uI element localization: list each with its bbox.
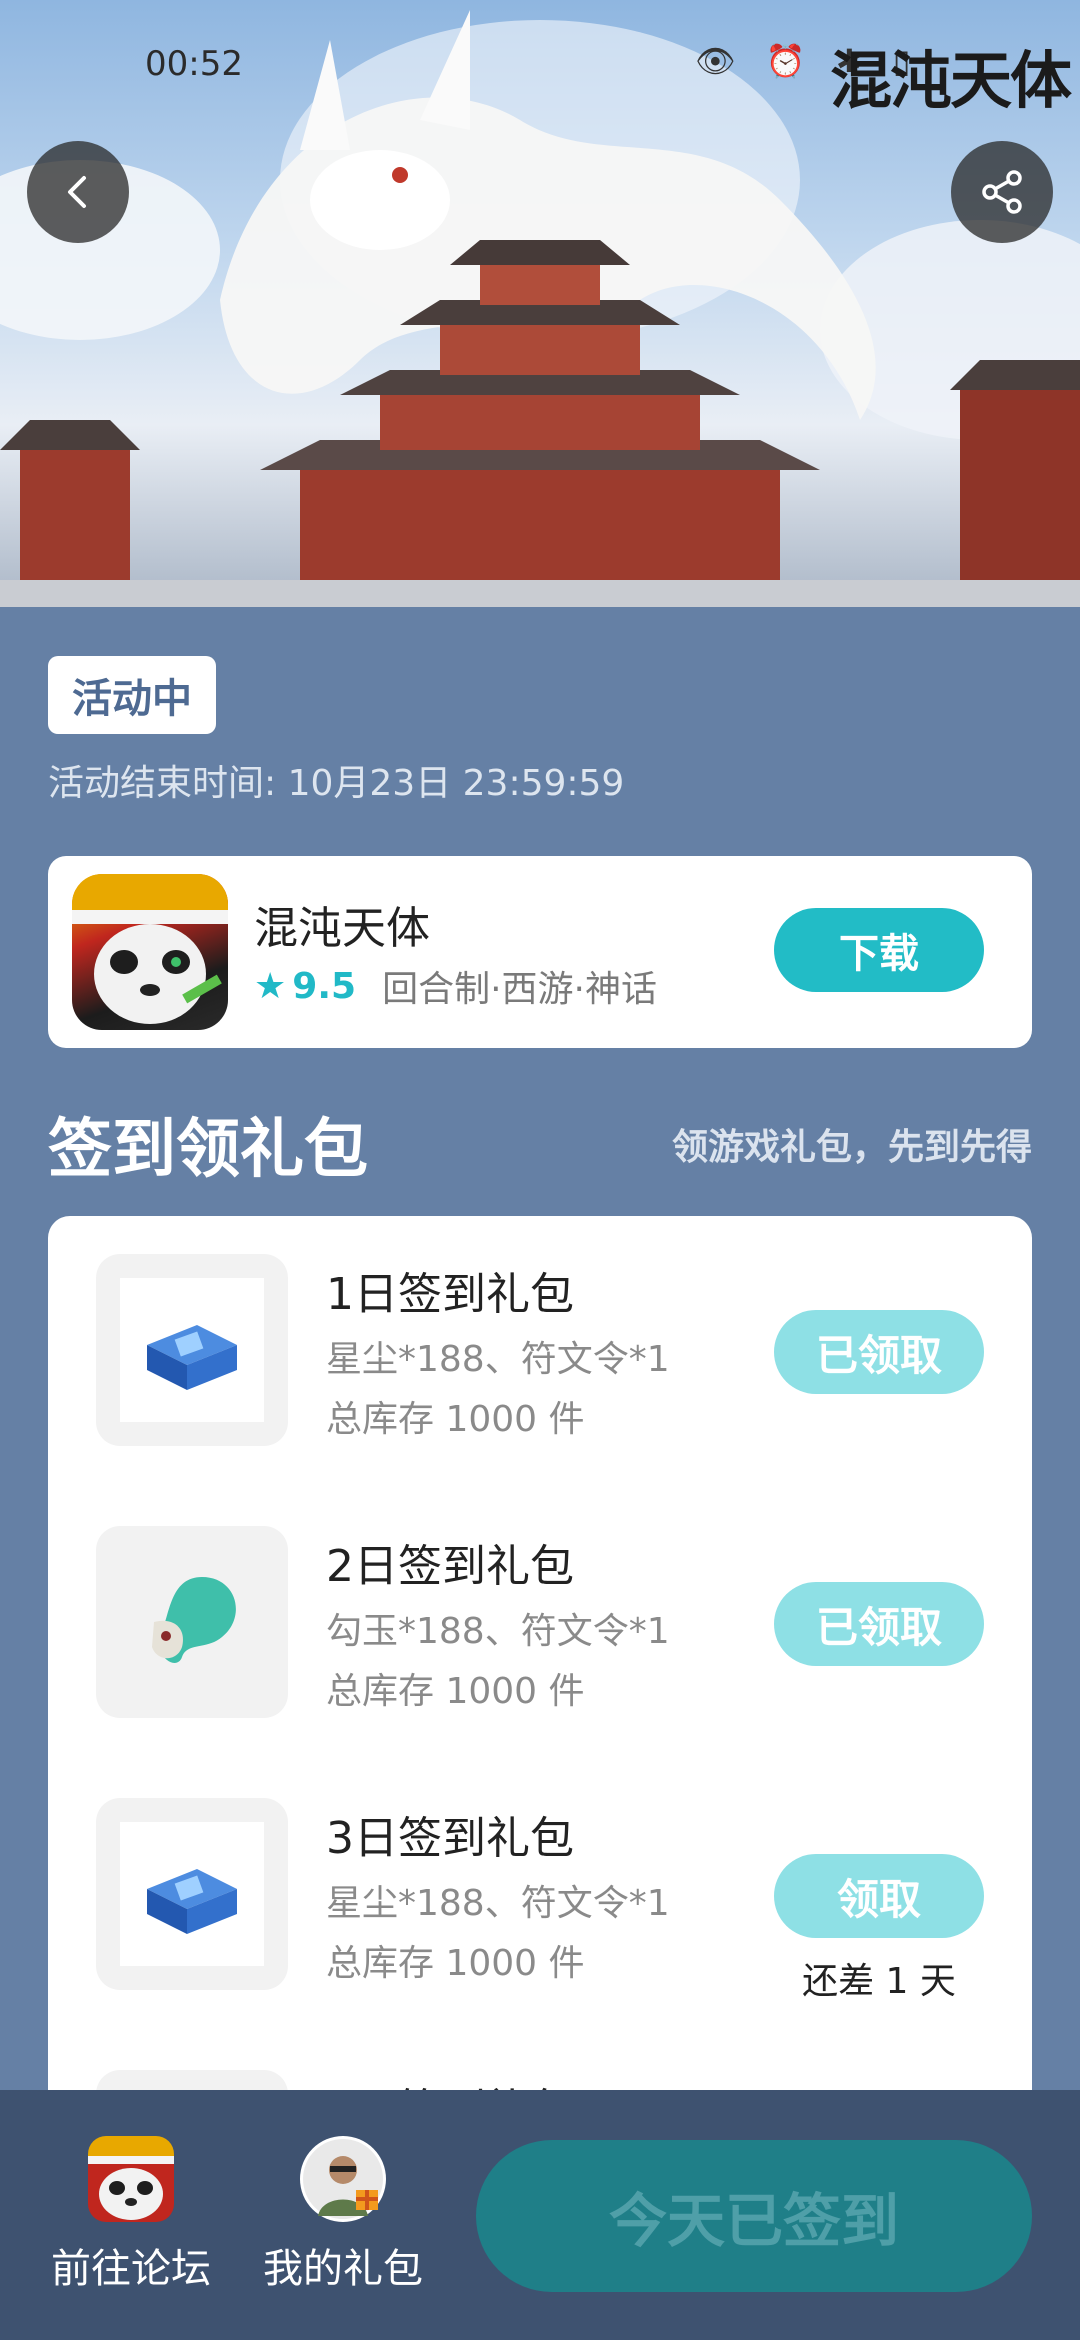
activity-end-time: 活动结束时间: 10月23日 23:59:59 bbox=[48, 763, 625, 804]
gift-stock: 总库存 1000 件 bbox=[326, 1671, 585, 1712]
gift-thumbnail bbox=[96, 1798, 288, 1990]
list-item: 3日签到礼包 星尘*188、符文令*1 总库存 1000 件 领取 还差 1 天 bbox=[48, 1760, 1032, 2002]
back-button[interactable] bbox=[27, 141, 129, 243]
section-subtitle: 领游戏礼包，先到先得 bbox=[671, 1127, 1032, 1168]
activity-status-badge: 活动中 bbox=[48, 656, 216, 734]
game-app-icon bbox=[72, 874, 228, 1030]
my-gifts-label: 我的礼包 bbox=[263, 2246, 423, 2292]
claim-button[interactable]: 领取 bbox=[774, 1854, 984, 1938]
game-card[interactable]: 混沌天体 ★ 9.5 回合制·西游·神话 下载 bbox=[48, 856, 1032, 1048]
share-icon bbox=[982, 170, 1022, 214]
download-button[interactable]: 下载 bbox=[774, 908, 984, 992]
gift-thumbnail bbox=[96, 1254, 288, 1446]
gift-title: 1日签到礼包 bbox=[326, 1269, 574, 1320]
section-title: 签到领礼包 bbox=[48, 1113, 368, 1187]
gift-stock: 总库存 1000 件 bbox=[326, 1399, 585, 1440]
hero-banner: 00:52 👁 ⏰ ✱ ▯ 混沌天体 bbox=[0, 0, 1080, 607]
list-item: 2日签到礼包 勾玉*188、符文令*1 总库存 1000 件 已领取 bbox=[48, 1488, 1032, 1728]
stardust-chest-icon bbox=[147, 1325, 237, 1390]
gift-contents: 星尘*188、符文令*1 bbox=[326, 1339, 670, 1380]
game-meta: ★ 9.5 回合制·西游·神话 bbox=[254, 960, 657, 1012]
gift-contents: 星尘*188、符文令*1 bbox=[326, 1883, 670, 1924]
forum-label: 前往论坛 bbox=[51, 2246, 211, 2292]
game-rating: 9.5 bbox=[292, 965, 357, 1007]
magatama-icon bbox=[152, 1577, 236, 1663]
gift-contents: 勾玉*188、符文令*1 bbox=[326, 1611, 670, 1652]
game-tags: 回合制·西游·神话 bbox=[382, 969, 657, 1010]
gift-title: 3日签到礼包 bbox=[326, 1813, 574, 1864]
stardust-chest-icon bbox=[147, 1869, 237, 1934]
status-time: 00:52 bbox=[145, 44, 243, 84]
signed-in-today-button[interactable]: 今天已签到 bbox=[476, 2140, 1032, 2292]
gift-stock: 总库存 1000 件 bbox=[326, 1943, 585, 1984]
forum-nav-button[interactable]: 前往论坛 bbox=[36, 2136, 226, 2294]
claimed-button[interactable]: 已领取 bbox=[774, 1310, 984, 1394]
share-button[interactable] bbox=[951, 141, 1053, 243]
claimed-button[interactable]: 已领取 bbox=[774, 1582, 984, 1666]
my-gifts-nav-button[interactable]: 我的礼包 bbox=[248, 2136, 438, 2294]
days-remaining-note: 还差 1 天 bbox=[802, 1961, 956, 2002]
gift-thumbnail bbox=[96, 1526, 288, 1718]
list-item: 1日签到礼包 星尘*188、符文令*1 总库存 1000 件 已领取 bbox=[48, 1216, 1032, 1456]
game-forum-icon bbox=[88, 2136, 174, 2222]
gift-title: 2日签到礼包 bbox=[326, 1541, 574, 1592]
hero-logo: 混沌天体 bbox=[830, 44, 1072, 117]
chevron-left-icon bbox=[68, 176, 86, 208]
game-name: 混沌天体 bbox=[254, 903, 430, 954]
bottom-action-bar: 前往论坛 我的礼包 今天已签到 bbox=[0, 2090, 1080, 2340]
star-icon: ★ bbox=[254, 965, 287, 1007]
avatar bbox=[300, 2136, 386, 2222]
